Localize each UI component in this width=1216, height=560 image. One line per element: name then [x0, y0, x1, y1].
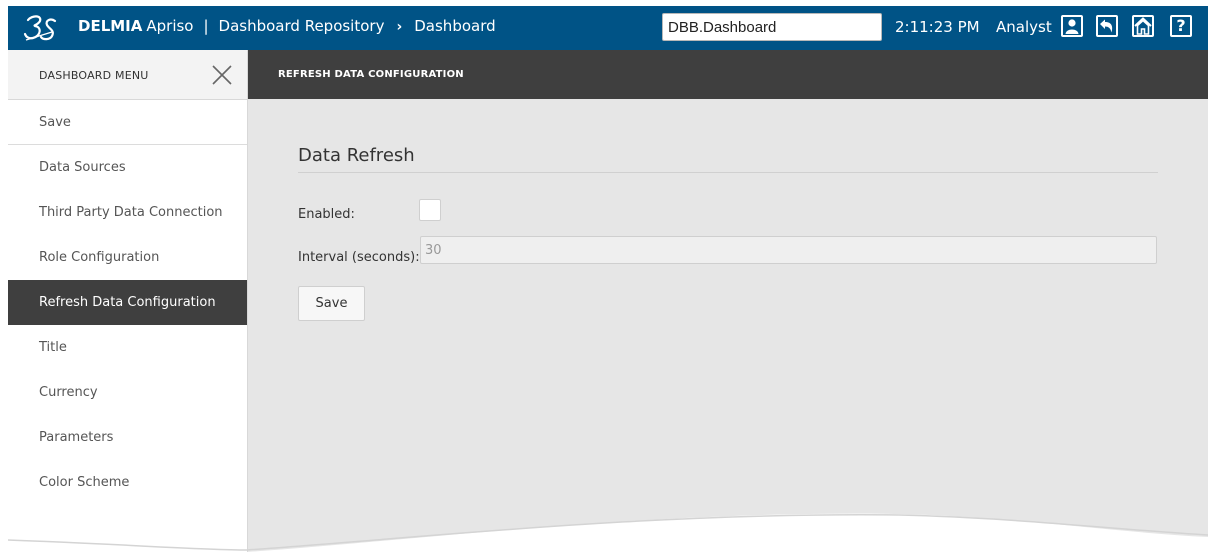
help-button[interactable]: ?	[1170, 15, 1192, 37]
dashboard-menu-header: DASHBOARD MENU	[8, 50, 247, 100]
dashboard-menu-title: DASHBOARD MENU	[39, 69, 149, 82]
dashboard-menu: DASHBOARD MENU Save Data Sources Third P…	[8, 50, 248, 560]
sidebar-item-save[interactable]: Save	[8, 100, 247, 145]
back-button[interactable]	[1096, 15, 1118, 37]
content-header: REFRESH DATA CONFIGURATION	[248, 50, 1208, 99]
interval-label: Interval (seconds):	[298, 250, 420, 265]
section-divider	[298, 172, 1158, 173]
sidebar-item-third-party-data-connection[interactable]: Third Party Data Connection	[8, 190, 247, 235]
sidebar-item-currency[interactable]: Currency	[8, 370, 247, 415]
close-icon[interactable]	[211, 64, 233, 86]
breadcrumb-dashboard: Dashboard	[414, 17, 496, 35]
3ds-logo-icon	[23, 15, 57, 41]
back-icon	[1100, 19, 1113, 33]
help-icon: ?	[1176, 16, 1186, 35]
sidebar-item-role-configuration[interactable]: Role Configuration	[8, 235, 247, 280]
brand-name: DELMIA	[78, 17, 143, 35]
sidebar-item-title[interactable]: Title	[8, 325, 247, 370]
breadcrumb-dashboard-repository[interactable]: Dashboard Repository	[219, 17, 385, 35]
user-icon	[1065, 19, 1079, 34]
brand-product: Apriso	[146, 17, 194, 35]
sidebar-item-color-scheme[interactable]: Color Scheme	[8, 460, 247, 505]
sidebar-item-data-sources[interactable]: Data Sources	[8, 145, 247, 190]
sidebar-item-parameters[interactable]: Parameters	[8, 415, 247, 460]
top-bar: DELMIA Apriso | Dashboard Repository › Dashbo…	[8, 6, 1208, 50]
clock-time: 2:11:23 PM	[895, 18, 980, 36]
sidebar-item-refresh-data-configuration[interactable]: Refresh Data Configuration	[8, 280, 247, 325]
home-icon	[1134, 17, 1152, 35]
brand-breadcrumb: DELMIA Apriso | Dashboard Repository › Dashbo…	[78, 17, 496, 35]
enabled-label: Enabled:	[298, 207, 355, 222]
breadcrumb-chevron-icon: ›	[396, 19, 403, 35]
page-title: REFRESH DATA CONFIGURATION	[278, 69, 464, 80]
user-name: Analyst	[996, 18, 1052, 36]
home-button[interactable]	[1132, 15, 1154, 37]
dashboard-search-input[interactable]	[662, 13, 882, 41]
torn-edge-decoration	[0, 513, 1216, 560]
app-frame: DELMIA Apriso | Dashboard Repository › Dashbo…	[8, 6, 1208, 560]
refresh-config-panel: Data Refresh Enabled: Interval (seconds)…	[248, 99, 1208, 560]
user-profile-button[interactable]	[1061, 15, 1083, 37]
save-button[interactable]: Save	[298, 286, 365, 321]
brand-separator: |	[203, 17, 209, 35]
interval-input[interactable]	[420, 236, 1157, 264]
section-title: Data Refresh	[298, 145, 415, 166]
enabled-checkbox[interactable]	[419, 199, 441, 221]
